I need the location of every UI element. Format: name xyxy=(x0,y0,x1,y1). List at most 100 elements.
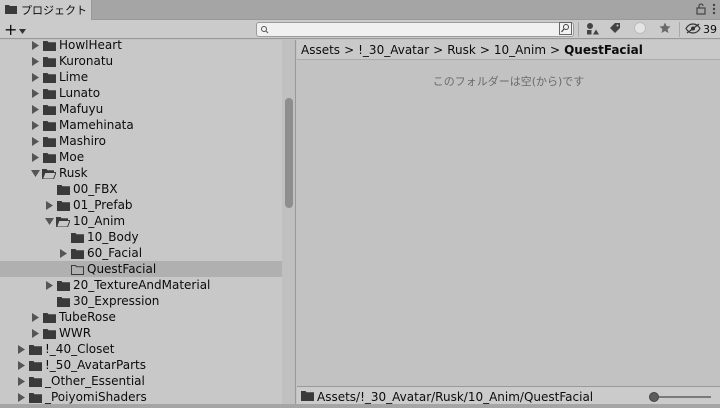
tree-row[interactable]: _Other_Essential xyxy=(0,373,282,389)
tree-row-label: TubeRose xyxy=(59,310,116,324)
breadcrumb-separator: > xyxy=(550,42,561,57)
tree-row-label: _PoiyomiShaders xyxy=(45,390,147,404)
tree-row[interactable]: Rusk xyxy=(0,165,282,181)
tree-row[interactable]: HowlHeart xyxy=(0,40,282,53)
folder-content-panel: Assets > !_30_Avatar > Rusk >10_Anim > QuestFac… xyxy=(297,40,720,408)
more-vert-icon[interactable] xyxy=(712,3,716,18)
expand-arrow-right-icon[interactable] xyxy=(44,197,54,213)
tree-scrollbar[interactable] xyxy=(282,40,295,408)
expand-arrow-down-icon[interactable] xyxy=(30,165,40,181)
search-input[interactable] xyxy=(271,23,561,36)
folder-icon xyxy=(56,277,70,293)
toolbar-divider xyxy=(679,22,680,37)
tree-row-label: 20_TextureAndMaterial xyxy=(73,278,211,292)
tree-row-label: Rusk xyxy=(59,166,88,180)
expand-arrow-right-icon[interactable] xyxy=(30,53,40,69)
expand-arrow-right-icon[interactable] xyxy=(30,69,40,85)
expand-arrow-down-icon[interactable] xyxy=(44,213,54,229)
folder-tree: HowlHeart Kuronatu Lime Lunato Mafuyu Mamehin… xyxy=(0,40,296,408)
expand-arrow-right-icon[interactable] xyxy=(30,133,40,149)
tree-row[interactable]: 60_Facial xyxy=(0,245,282,261)
tree-row[interactable]: QuestFacial xyxy=(0,261,282,277)
filter-by-label-button[interactable] xyxy=(606,21,624,38)
no-arrow xyxy=(44,293,54,309)
expand-arrow-right-icon[interactable] xyxy=(44,277,54,293)
expand-arrow-right-icon[interactable] xyxy=(16,341,26,357)
create-button[interactable]: + xyxy=(4,21,27,38)
empty-folder-message: このフォルダーは空(から)です xyxy=(432,75,585,88)
bundle-icon xyxy=(634,22,646,37)
scrollbar-thumb[interactable] xyxy=(285,98,293,208)
hidden-count: 39 xyxy=(703,23,717,36)
breadcrumb-item[interactable]: 10_Anim xyxy=(494,43,546,57)
expand-arrow-right-icon[interactable] xyxy=(30,85,40,101)
tree-row-label: 60_Facial xyxy=(87,246,143,260)
expand-arrow-right-icon[interactable] xyxy=(16,357,26,373)
folder-icon xyxy=(28,373,42,389)
tree-row[interactable]: 20_TextureAndMaterial xyxy=(0,277,282,293)
breadcrumb-item[interactable]: QuestFacial xyxy=(564,43,643,57)
tree-row-label: 10_Body xyxy=(87,230,139,244)
search-type-icon xyxy=(558,21,572,38)
folder-icon xyxy=(70,245,84,261)
tree-row[interactable]: Mashiro xyxy=(0,133,282,149)
tree-row[interactable]: WWR xyxy=(0,325,282,341)
tree-row[interactable]: Lunato xyxy=(0,85,282,101)
tree-row-label: Lime xyxy=(59,70,89,84)
folder-icon xyxy=(42,85,56,101)
folder-icon xyxy=(42,309,56,325)
expand-arrow-right-icon[interactable] xyxy=(16,389,26,405)
tree-row[interactable]: 10_Body xyxy=(0,229,282,245)
tree-row[interactable]: 30_Expression xyxy=(0,293,282,309)
expand-arrow-right-icon[interactable] xyxy=(30,149,40,165)
tree-row[interactable]: !_50_AvatarParts xyxy=(0,357,282,373)
tree-row[interactable]: 00_FBX xyxy=(0,181,282,197)
selected-path: Assets/!_30_Avatar/Rusk/10_Anim/QuestFac… xyxy=(317,389,594,404)
tree-row[interactable]: _PoiyomiShaders xyxy=(0,389,282,405)
breadcrumb-item[interactable]: Assets xyxy=(301,43,340,57)
breadcrumb-separator: > xyxy=(479,42,490,57)
folder-icon xyxy=(42,117,56,133)
star-icon xyxy=(659,22,671,37)
tab-project[interactable]: プロジェクト xyxy=(0,0,92,20)
zoom-slider[interactable] xyxy=(649,390,711,404)
chevron-down-icon xyxy=(19,23,27,37)
expand-arrow-right-icon[interactable] xyxy=(58,245,68,261)
tree-row[interactable]: Kuronatu xyxy=(0,53,282,69)
expand-arrow-right-icon[interactable] xyxy=(30,101,40,117)
favorites-button[interactable] xyxy=(656,21,674,38)
lock-icon[interactable] xyxy=(696,2,706,18)
folder-icon xyxy=(28,389,42,405)
folder-icon xyxy=(42,149,56,165)
folder-icon xyxy=(42,40,56,53)
expand-arrow-right-icon[interactable] xyxy=(30,40,40,53)
filter-by-type-button[interactable] xyxy=(583,21,601,38)
tree-row-label: 01_Prefab xyxy=(73,198,133,212)
tree-row-label: !_50_AvatarParts xyxy=(45,358,146,372)
tab-title: プロジェクト xyxy=(21,4,87,17)
tree-row[interactable]: TubeRose xyxy=(0,309,282,325)
expand-arrow-right-icon[interactable] xyxy=(30,309,40,325)
breadcrumb-item[interactable]: !_30_Avatar xyxy=(358,43,429,57)
no-arrow xyxy=(58,261,68,277)
tree-row[interactable]: 10_Anim xyxy=(0,213,282,229)
folder-icon xyxy=(28,341,42,357)
tree-row[interactable]: Lime xyxy=(0,69,282,85)
expand-arrow-right-icon[interactable] xyxy=(30,325,40,341)
expand-arrow-right-icon[interactable] xyxy=(16,373,26,389)
tree-row[interactable]: 01_Prefab xyxy=(0,197,282,213)
folder-empty-icon xyxy=(70,261,84,277)
breadcrumb-item[interactable]: Rusk xyxy=(447,43,476,57)
tree-row[interactable]: Mafuyu xyxy=(0,101,282,117)
expand-arrow-right-icon[interactable] xyxy=(30,117,40,133)
hidden-packages-toggle[interactable]: 39 xyxy=(683,21,719,38)
tree-row[interactable]: Mamehinata xyxy=(0,117,282,133)
search-by-type-button[interactable] xyxy=(557,21,573,38)
search-field[interactable] xyxy=(256,22,574,37)
tree-row[interactable]: Moe xyxy=(0,149,282,165)
slider-knob[interactable] xyxy=(649,392,659,402)
tree-row-label: 00_FBX xyxy=(73,182,118,196)
tree-row[interactable]: !_40_Closet xyxy=(0,341,282,357)
tree-row-label: _Other_Essential xyxy=(45,374,145,388)
filter-by-bundle-button[interactable] xyxy=(631,21,649,38)
